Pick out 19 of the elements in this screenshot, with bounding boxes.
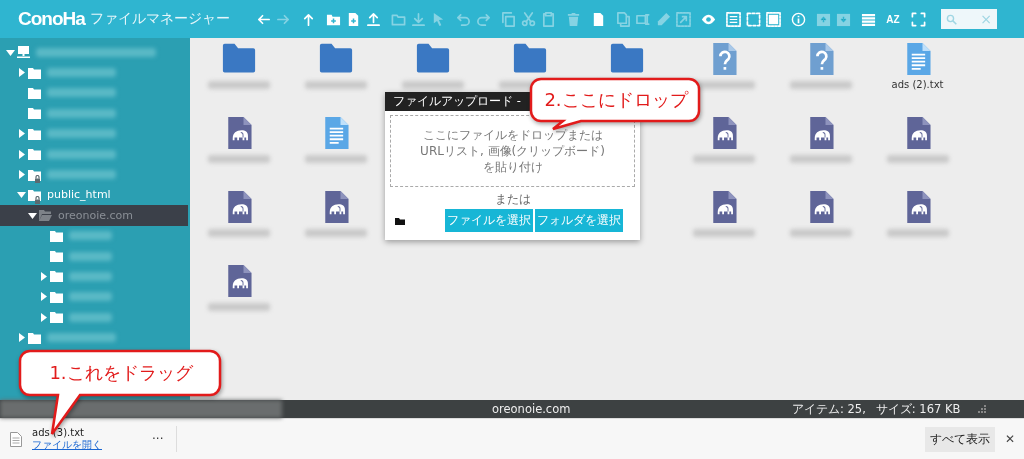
total-size: サイズ: 167 KB (875, 401, 961, 417)
file-name: ads (2).txt (891, 79, 944, 90)
or-text: または (493, 192, 532, 207)
logo: ConoHa (18, 8, 87, 30)
status-path: oreonoie.com (492, 402, 572, 416)
open-file-link[interactable]: ファイルを開く (32, 437, 152, 452)
drop-hint: を貼り付け (482, 159, 543, 175)
sort-button[interactable]: AZ (884, 10, 902, 28)
tree-item[interactable]: oreonoie.com (0, 205, 188, 226)
callout-text: 1.これをドラッグ (49, 362, 193, 384)
item-count: アイテム: 25, (792, 401, 866, 417)
drop-hint: URLリスト, 画像(クリップボード) (420, 143, 605, 159)
choose-file-button[interactable]: ファイルを選択 (445, 209, 533, 232)
close-button[interactable]: ✕ (1005, 432, 1016, 446)
show-all-button[interactable]: すべて表示 (925, 426, 995, 452)
app-title: ファイルマネージャー (90, 10, 231, 28)
drop-hint: ここにファイルをドロップまたは (422, 127, 603, 143)
tree-item[interactable]: public_html (0, 184, 177, 206)
choose-folder-button[interactable]: フォルダを選択 (535, 209, 623, 232)
